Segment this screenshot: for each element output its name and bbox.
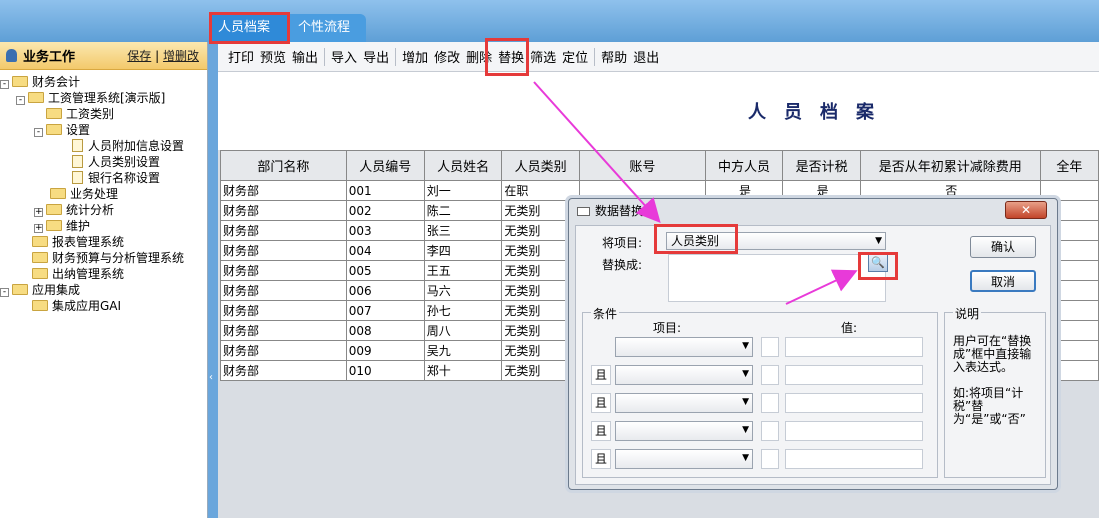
arrow-to-field — [533, 81, 661, 223]
annotation-arrows — [533, 81, 858, 305]
arrow-to-search — [785, 269, 858, 305]
